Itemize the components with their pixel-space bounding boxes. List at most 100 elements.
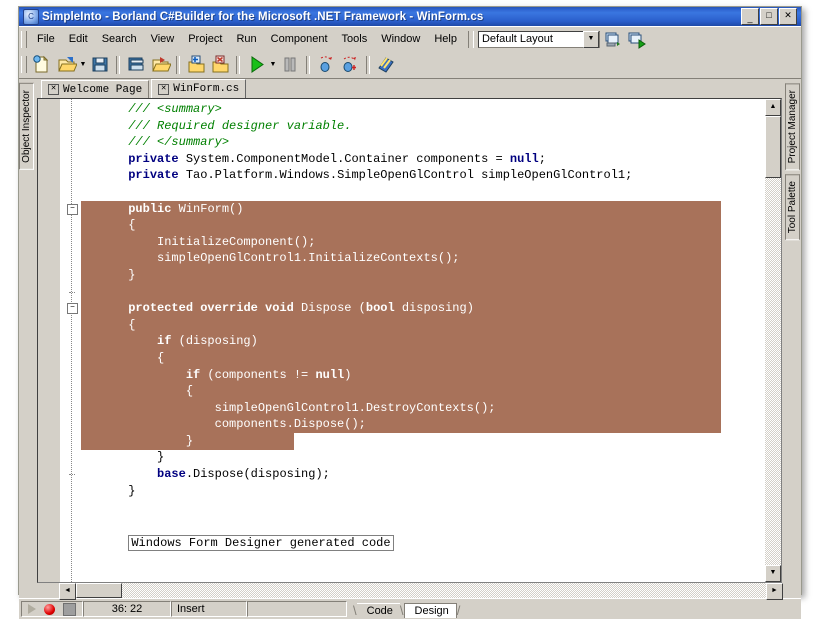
editor-gutter[interactable]: − − — [61, 99, 81, 582]
menu-item-search[interactable]: Search — [95, 31, 144, 47]
menu-item-file[interactable]: File — [30, 31, 62, 47]
help-icon[interactable] — [375, 54, 397, 75]
app-icon: C — [23, 8, 39, 25]
fold-tick — [69, 291, 75, 293]
view-tab-design[interactable]: Design — [403, 602, 457, 618]
menu-item-tools[interactable]: Tools — [335, 31, 375, 47]
panel-tab-object-inspector[interactable]: Object Inspector — [19, 83, 34, 170]
add-to-project-icon[interactable] — [185, 54, 207, 75]
remove-from-project-icon[interactable] — [209, 54, 231, 75]
step-over-icon[interactable] — [339, 54, 361, 75]
scroll-track-vertical[interactable] — [765, 178, 781, 565]
chevron-down-icon[interactable]: ▼ — [582, 30, 599, 48]
fold-tick — [69, 474, 75, 476]
fold-guide-line — [71, 99, 72, 582]
panel-tab-tool-palette[interactable]: Tool Palette — [784, 174, 800, 241]
view-tab-code[interactable]: Code — [356, 602, 400, 618]
horizontal-scrollbar-row: ◄ ► — [37, 583, 783, 600]
collapsed-region-box[interactable]: Windows Form Designer generated code — [128, 534, 394, 551]
ide-workspace: Object Inspector ✕ Welcome Page ✕ WinForm.c… — [19, 79, 801, 600]
application-window: C SimpleInto - Borland C#Builder for the… — [18, 6, 802, 619]
toolbar-separator-2 — [176, 55, 180, 74]
code-line: } — [157, 450, 165, 465]
toolbar-separator-4 — [306, 55, 310, 74]
scroll-thumb-horizontal[interactable] — [76, 583, 122, 598]
pause-icon[interactable] — [279, 54, 301, 75]
code-line: simpleOpenGlControl1.DestroyContexts(); — [214, 400, 496, 415]
trace-into-icon[interactable] — [315, 54, 337, 75]
menu-item-help[interactable]: Help — [427, 31, 464, 47]
scroll-up-button[interactable]: ▲ — [765, 99, 781, 116]
open-project-icon[interactable] — [149, 54, 172, 75]
scroll-thumb-vertical[interactable] — [765, 116, 781, 178]
editor-tab-welcome-page[interactable]: ✕ Welcome Page — [41, 80, 150, 98]
stop-icon[interactable] — [62, 602, 76, 616]
play-icon[interactable] — [28, 604, 37, 614]
vertical-scrollbar[interactable]: ▲ ▼ — [764, 99, 781, 582]
save-icon[interactable] — [89, 54, 111, 75]
scroll-down-button[interactable]: ▼ — [765, 565, 781, 582]
code-line: /// </summary> — [128, 135, 230, 150]
left-dock-strip: Object Inspector — [19, 79, 37, 598]
menu-item-edit[interactable]: Edit — [62, 31, 95, 47]
toolbar: ▼ ▼ — [19, 51, 801, 79]
menu-item-run[interactable]: Run — [229, 31, 263, 47]
status-run-controls — [21, 601, 83, 617]
close-icon[interactable]: ✕ — [48, 84, 59, 95]
save-layout-icon[interactable] — [603, 30, 623, 49]
code-line: components.Dispose(); — [214, 417, 366, 432]
hscroll-left-space — [37, 583, 59, 598]
editor-left-margin — [38, 99, 61, 582]
apply-layout-icon[interactable] — [626, 30, 646, 49]
run-dropdown-arrow[interactable]: ▼ — [268, 61, 278, 68]
source-code-text[interactable]: /// <summary> /// Required designer vari… — [85, 101, 632, 532]
editor-tab-label: WinForm.cs — [173, 83, 240, 95]
save-all-icon[interactable] — [125, 54, 147, 75]
minimize-button[interactable]: _ — [741, 8, 759, 25]
code-area[interactable]: /// <summary> /// Required designer vari… — [81, 99, 764, 582]
editor-tab-winform-cs[interactable]: ✕ WinForm.cs — [151, 79, 247, 98]
menu-items: File Edit Search View Project Run Component Too… — [30, 31, 464, 47]
code-line: /// Required designer variable. — [128, 118, 352, 133]
insert-mode[interactable]: Insert — [171, 601, 247, 617]
code-line: } — [185, 433, 194, 448]
scroll-track-horizontal[interactable] — [122, 583, 766, 598]
record-icon[interactable] — [43, 603, 55, 615]
open-dropdown-arrow[interactable]: ▼ — [78, 61, 88, 68]
maximize-button[interactable]: □ — [760, 8, 778, 25]
code-line: { — [185, 384, 194, 399]
run-icon[interactable] — [245, 54, 267, 75]
menu-item-component[interactable]: Component — [264, 31, 335, 47]
code-line: { — [157, 350, 165, 365]
toolbar-separator-5 — [366, 55, 370, 74]
scroll-right-button[interactable]: ► — [766, 583, 783, 600]
menu-grip[interactable] — [21, 30, 27, 48]
menu-item-project[interactable]: Project — [181, 31, 229, 47]
code-line: simpleOpenGlControl1.InitializeContexts(… — [157, 251, 460, 266]
editor-tab-bar: ✕ Welcome Page ✕ WinForm.cs — [37, 79, 783, 98]
fold-toggle-0[interactable]: − — [67, 203, 78, 215]
right-dock-strip: Project Manager Tool Palette — [783, 79, 801, 598]
menu-item-window[interactable]: Window — [374, 31, 427, 47]
menu-item-view[interactable]: View — [144, 31, 182, 47]
new-icon[interactable] — [31, 54, 53, 75]
scroll-left-button[interactable]: ◄ — [59, 583, 76, 600]
open-icon[interactable] — [55, 54, 78, 75]
code-line: public WinForm() — [128, 201, 244, 216]
code-line: InitializeComponent(); — [157, 234, 316, 249]
layout-combo[interactable]: Default Layout ▼ — [477, 30, 600, 48]
layout-combo-value: Default Layout — [481, 33, 553, 45]
view-tabs: \ Code \ Design / — [353, 601, 460, 618]
code-line: if (components != null) — [185, 367, 352, 382]
code-line: } — [128, 267, 136, 282]
toolbar-grip[interactable] — [21, 56, 27, 73]
close-button[interactable]: ✕ — [779, 8, 797, 25]
fold-toggle-1[interactable]: − — [67, 303, 78, 315]
panel-tab-project-manager[interactable]: Project Manager — [784, 83, 800, 171]
editor-container: ✕ Welcome Page ✕ WinForm.cs − − /// <summary… — [37, 79, 783, 600]
editor-tab-label: Welcome Page — [63, 83, 143, 96]
toolbar-separator-1 — [116, 55, 120, 74]
close-icon[interactable]: ✕ — [158, 83, 170, 95]
desktop-background: C SimpleInto - Borland C#Builder for the… — [0, 0, 824, 619]
